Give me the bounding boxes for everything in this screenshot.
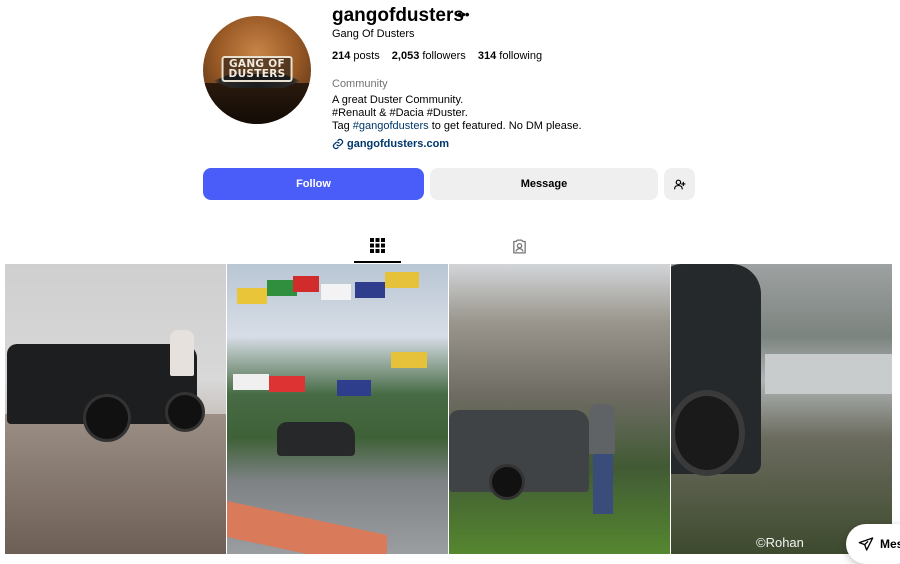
add-user-icon xyxy=(674,179,686,189)
avatar-ground xyxy=(203,82,311,124)
profile-stats: 214 posts 2,053 followers 314 following xyxy=(332,50,551,62)
profile-avatar[interactable]: GANG OF DUSTERS xyxy=(203,16,311,124)
prayer-flag xyxy=(321,284,351,300)
posts-grid xyxy=(5,264,893,554)
post-thumbnail[interactable] xyxy=(5,264,226,554)
car-wheel xyxy=(489,464,525,500)
person-legs xyxy=(593,454,613,514)
profile-bio: A great Duster Community. #Renault & #Da… xyxy=(332,94,582,133)
bio-hashtag-link[interactable]: #gangofdusters xyxy=(353,120,429,132)
post-thumbnail[interactable] xyxy=(227,264,448,554)
stat-following[interactable]: 314 following xyxy=(478,50,542,62)
profile-username: gangofdusters xyxy=(332,5,464,26)
car-wheel xyxy=(83,394,131,442)
stat-followers[interactable]: 2,053 followers xyxy=(392,50,466,62)
photo-watermark: ©Rohan xyxy=(756,535,804,550)
prayer-flag xyxy=(391,352,427,368)
tab-tagged[interactable] xyxy=(511,238,528,260)
suggested-users-button[interactable] xyxy=(664,168,695,200)
stat-following-label: following xyxy=(499,50,543,62)
car-shape xyxy=(277,422,355,456)
avatar-logo-line2: DUSTERS xyxy=(228,68,286,80)
person-shape xyxy=(170,330,194,376)
prayer-flag xyxy=(269,376,305,392)
bio-line-3-post: to get featured. No DM please. xyxy=(428,120,582,132)
post-thumbnail[interactable] xyxy=(671,264,892,554)
floating-messages-button[interactable]: Mes xyxy=(846,524,900,564)
person-shape xyxy=(589,404,615,454)
tab-posts-grid[interactable] xyxy=(370,238,385,258)
prayer-flag xyxy=(355,282,385,298)
railing-shape xyxy=(227,500,387,554)
prayer-flag xyxy=(385,272,419,288)
prayer-flag xyxy=(233,374,269,390)
bio-line-3-pre: Tag xyxy=(332,120,353,132)
stat-followers-label: followers xyxy=(422,50,466,62)
grid-icon xyxy=(370,238,385,253)
stat-posts-value: 214 xyxy=(332,50,351,62)
stat-posts: 214 posts xyxy=(332,50,380,62)
prayer-flag xyxy=(237,288,267,304)
follow-button[interactable]: Follow xyxy=(203,168,424,200)
message-button[interactable]: Message xyxy=(430,168,658,200)
bio-line-3: Tag #gangofdusters to get featured. No D… xyxy=(332,120,582,133)
car-wheel xyxy=(165,392,205,432)
stat-following-value: 314 xyxy=(477,50,497,62)
prayer-flag xyxy=(337,380,371,396)
website-link-text: gangofdusters.com xyxy=(347,138,450,150)
link-icon xyxy=(332,138,344,150)
bio-line-2: #Renault & #Dacia #Duster. xyxy=(332,107,468,119)
profile-category: Community xyxy=(332,78,388,90)
profile-website-link[interactable]: gangofdusters.com xyxy=(332,138,449,150)
tagged-icon xyxy=(513,239,526,254)
stat-posts-label: posts xyxy=(353,50,380,62)
stat-followers-value: 2,053 xyxy=(391,50,420,62)
river-shape xyxy=(765,354,892,394)
avatar-logo: GANG OF DUSTERS xyxy=(221,56,293,82)
send-icon xyxy=(858,537,874,551)
post-thumbnail[interactable] xyxy=(449,264,670,554)
car-wheel xyxy=(671,390,745,476)
active-tab-indicator xyxy=(354,261,401,263)
floating-messages-label: Mes xyxy=(880,537,900,551)
profile-full-name: Gang Of Dusters xyxy=(332,28,415,40)
prayer-flag xyxy=(293,276,319,292)
bio-line-1: A great Duster Community. xyxy=(332,94,464,106)
more-options-icon[interactable]: ••• xyxy=(457,6,470,22)
